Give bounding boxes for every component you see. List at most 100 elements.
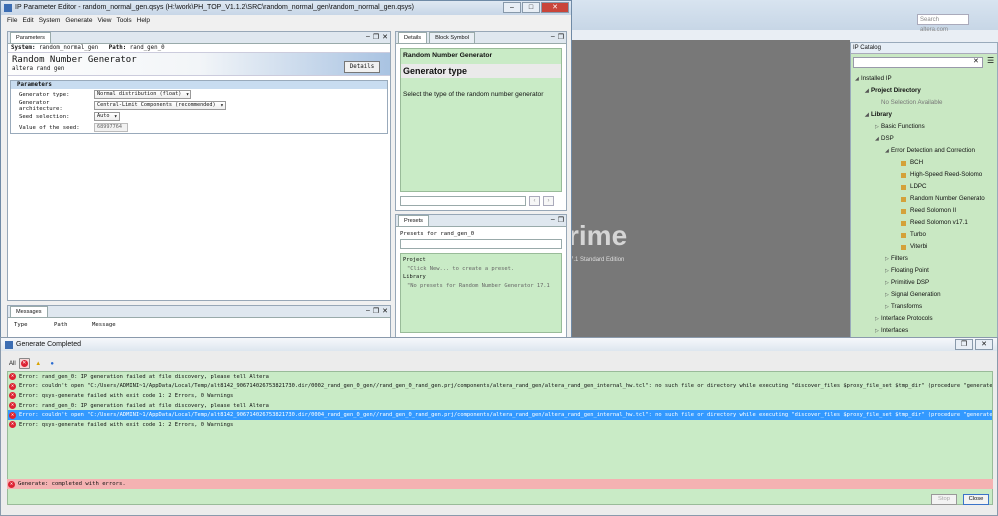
- error-filter-icon[interactable]: ✕: [18, 358, 30, 369]
- filter-all-label[interactable]: All: [9, 361, 16, 367]
- warning-filter-icon[interactable]: ▲: [33, 358, 44, 369]
- ip-catalog-tree-node[interactable]: ◢ Library: [851, 109, 998, 121]
- tree-node-label: Random Number Generato: [910, 195, 985, 202]
- message-row[interactable]: ✕ Error: couldn't open "C:/Users/ADMINI~1…: [8, 382, 992, 392]
- error-icon: ✕: [9, 411, 16, 419]
- error-icon: ✕: [9, 421, 16, 429]
- tree-node-label: Reed Solomon v17.1: [910, 219, 968, 226]
- details-content: Random Number Generator Generator type S…: [400, 48, 562, 192]
- parameter-select[interactable]: Auto: [94, 112, 120, 121]
- ip-catalog-tree-node[interactable]: ▷ Signal Generation: [851, 289, 998, 301]
- presets-search-input[interactable]: [400, 239, 562, 249]
- ip-sub: altera rand gen: [12, 66, 65, 72]
- tab-presets[interactable]: Presets: [398, 215, 429, 226]
- ip-catalog-ip-item[interactable]: Viterbi: [851, 241, 998, 253]
- parameter-input[interactable]: 68997764: [94, 123, 128, 132]
- ip-core-icon: [901, 160, 906, 166]
- app-icon: [4, 4, 12, 12]
- ip-catalog-tree-node[interactable]: ▷ Filters: [851, 253, 998, 265]
- column-path[interactable]: Path: [54, 322, 92, 328]
- parameters-section: Parameters Generator type: Normal distrib…: [10, 80, 388, 134]
- next-icon[interactable]: ›: [543, 196, 554, 206]
- restore-icon[interactable]: ❐: [373, 33, 379, 41]
- menu-view[interactable]: View: [97, 15, 111, 26]
- minimize-icon[interactable]: –: [366, 307, 370, 315]
- restore-icon[interactable]: ❐: [558, 216, 564, 224]
- restore-button[interactable]: ❐: [955, 339, 973, 350]
- tab-details[interactable]: Details: [398, 32, 428, 43]
- message-row[interactable]: ✕ Error: couldn't open "C:/Users/ADMINI~1…: [8, 410, 992, 420]
- details-search-input[interactable]: [400, 196, 526, 206]
- ip-catalog-ip-item[interactable]: High-Speed Reed-Solomo: [851, 169, 998, 181]
- stop-button[interactable]: Stop: [931, 494, 957, 505]
- message-text: Error: qsys-generate failed with exit co…: [19, 392, 234, 399]
- ip-catalog-search-input[interactable]: [853, 57, 983, 68]
- ip-catalog-tree-node[interactable]: No Selection Available: [851, 97, 998, 109]
- close-button[interactable]: Close: [963, 494, 989, 505]
- close-icon[interactable]: ✕: [382, 307, 388, 315]
- menu-system[interactable]: System: [39, 15, 61, 26]
- menu-help[interactable]: Help: [137, 15, 150, 26]
- preset-hint: "Click New... to create a preset.: [407, 265, 515, 272]
- ip-catalog-tree-node[interactable]: ▷ Interface Protocols: [851, 313, 998, 325]
- tab-block-symbol[interactable]: Block Symbol: [429, 32, 475, 43]
- tab-parameters[interactable]: Parameters: [10, 32, 51, 43]
- close-window-button[interactable]: ✕: [541, 2, 569, 13]
- message-row[interactable]: ✕ Error: rand_gen_0: IP generation failed…: [8, 401, 992, 411]
- ip-catalog-tree-node[interactable]: ▷ Interfaces: [851, 325, 998, 337]
- menu-edit[interactable]: Edit: [22, 15, 33, 26]
- message-text: Error: couldn't open "C:/Users/ADMINI~1/…: [19, 383, 993, 390]
- previous-icon[interactable]: ‹: [529, 196, 540, 206]
- column-message[interactable]: Message: [92, 322, 116, 328]
- path-value: rand_gen_0: [129, 45, 165, 51]
- ip-catalog-ip-item[interactable]: Reed Solomon v17.1: [851, 217, 998, 229]
- clear-search-icon[interactable]: ✕: [973, 57, 979, 65]
- details-button[interactable]: Details: [344, 61, 380, 73]
- error-icon: ✕: [9, 402, 16, 410]
- ip-catalog-tree-node[interactable]: ▷ Floating Point: [851, 265, 998, 277]
- minimize-icon[interactable]: –: [551, 216, 555, 224]
- menu-file[interactable]: File: [7, 15, 17, 26]
- restore-icon[interactable]: ❐: [558, 33, 564, 41]
- parameter-row: Value of the seed: 68997764: [11, 122, 387, 133]
- message-row[interactable]: ✕ Error: rand_gen_0: IP generation failed…: [8, 372, 992, 382]
- message-filter-bar: All ✕ ▲ ●: [9, 358, 58, 369]
- tree-node-label: Interface Protocols: [881, 315, 933, 322]
- menu-generate[interactable]: Generate: [65, 15, 92, 26]
- close-dialog-button[interactable]: ✕: [975, 339, 993, 350]
- minimize-icon[interactable]: –: [366, 33, 370, 41]
- altera-search-input[interactable]: Search altera.com: [917, 14, 969, 33]
- ip-catalog-ip-item[interactable]: Reed Solomon II: [851, 205, 998, 217]
- ip-catalog-ip-item[interactable]: Random Number Generato: [851, 193, 998, 205]
- ip-catalog-ip-item[interactable]: Turbo: [851, 229, 998, 241]
- ip-catalog-tree-node[interactable]: ▷ Basic Functions: [851, 121, 998, 133]
- minimize-button[interactable]: –: [503, 2, 521, 13]
- menu-tools[interactable]: Tools: [116, 15, 131, 26]
- message-row[interactable]: ✕ Error: qsys-generate failed with exit c…: [8, 420, 992, 430]
- tab-messages[interactable]: Messages: [10, 306, 48, 317]
- message-row[interactable]: ✕ Error: qsys-generate failed with exit c…: [8, 391, 992, 401]
- ip-catalog-ip-item[interactable]: LDPC: [851, 181, 998, 193]
- ip-catalog-ip-item[interactable]: BCH: [851, 157, 998, 169]
- column-type[interactable]: Type: [14, 322, 54, 328]
- ip-catalog-tree-node[interactable]: ◢ Project Directory: [851, 85, 998, 97]
- minimize-icon[interactable]: –: [551, 33, 555, 41]
- ip-catalog-tree-node[interactable]: ◢ Installed IP: [851, 73, 998, 85]
- parameter-select[interactable]: Normal distribution (float): [94, 90, 192, 99]
- close-icon[interactable]: ✕: [382, 33, 388, 41]
- window-title: IP Parameter Editor - random_normal_gen.…: [1, 1, 571, 15]
- presets-for-label: Presets for rand_gen_0: [400, 231, 475, 237]
- parameter-select[interactable]: Central-Limit Components (recommended): [94, 101, 226, 110]
- ip-header: Random Number Generator altera rand gen …: [8, 52, 390, 76]
- info-filter-icon[interactable]: ●: [47, 358, 58, 369]
- restore-icon[interactable]: ❐: [373, 307, 379, 315]
- ip-catalog-tree: ◢ Installed IP ◢ Project Directory No Select…: [851, 73, 998, 349]
- details-heading: Generator type: [401, 64, 561, 78]
- catalog-menu-icon[interactable]: ☰: [987, 56, 994, 65]
- ip-catalog-tree-node[interactable]: ▷ Primitive DSP: [851, 277, 998, 289]
- ip-catalog-tree-node[interactable]: ▷ Transforms: [851, 301, 998, 313]
- ip-catalog-tree-node[interactable]: ◢ Error Detection and Correction: [851, 145, 998, 157]
- tree-node-label: Error Detection and Correction: [891, 147, 975, 154]
- ip-catalog-tree-node[interactable]: ◢ DSP: [851, 133, 998, 145]
- maximize-button[interactable]: □: [522, 2, 540, 13]
